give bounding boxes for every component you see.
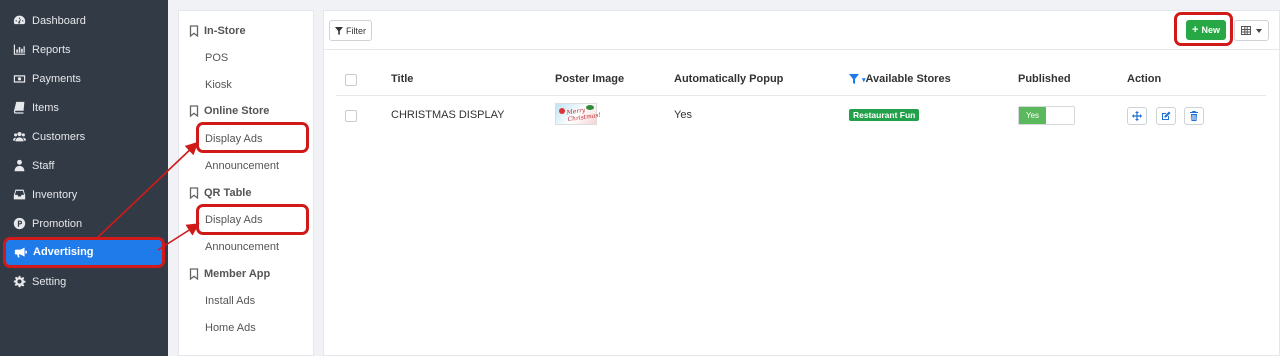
promotion-icon — [12, 217, 26, 231]
submenu-item-kiosk[interactable]: Kiosk — [205, 79, 232, 91]
submenu-group-in-store: In-Store — [189, 25, 246, 37]
advertising-submenu: In-Store POS Kiosk Online Store Display … — [178, 10, 314, 356]
sidebar-item-label: Staff — [32, 159, 55, 172]
gear-icon — [12, 275, 26, 289]
select-all-checkbox[interactable] — [345, 74, 357, 86]
column-header-auto-popup[interactable]: Automatically Popup — [674, 73, 783, 85]
delete-button[interactable] — [1184, 107, 1204, 125]
move-arrows-icon — [1132, 111, 1142, 121]
column-header-title[interactable]: Title — [391, 73, 413, 85]
submenu-item-install-ads[interactable]: Install Ads — [205, 295, 255, 307]
bookmark-icon — [189, 25, 199, 37]
table-header-divider — [336, 95, 1266, 96]
column-filter-icon[interactable] — [849, 74, 859, 87]
sidebar-item-label: Inventory — [32, 188, 78, 201]
toolbar-divider — [324, 49, 1280, 50]
sidebar-item-label: Promotion — [32, 217, 83, 230]
sidebar-item-payments[interactable]: Payments — [0, 64, 168, 93]
column-header-action: Action — [1127, 73, 1162, 85]
ads-list-panel: Filter + New Title Poster Image Automati… — [323, 10, 1280, 356]
bookmark-icon — [189, 268, 199, 280]
submenu-group-qr-table: QR Table — [189, 187, 251, 199]
column-header-poster: Poster Image — [555, 73, 625, 85]
poster-text: Merry Christmas! — [566, 106, 602, 124]
column-header-stores[interactable]: ▾Available Stores — [862, 73, 951, 85]
submenu-group-member-app: Member App — [189, 268, 270, 280]
bookmark-icon — [189, 187, 199, 199]
sidebar-item-customers[interactable]: Customers — [0, 122, 168, 151]
submenu-group-online-store: Online Store — [189, 105, 269, 117]
sidebar-item-setting[interactable]: Setting — [0, 267, 168, 296]
published-toggle[interactable]: Yes — [1018, 106, 1075, 125]
sidebar-item-label: Items — [32, 101, 59, 114]
sidebar-item-label: Payments — [32, 72, 81, 85]
published-toggle-on: Yes — [1019, 107, 1046, 124]
bookmark-icon — [189, 105, 199, 117]
filter-button[interactable]: Filter — [329, 20, 372, 41]
submenu-item-pos[interactable]: POS — [205, 52, 228, 64]
new-button[interactable]: + New — [1186, 20, 1226, 40]
sidebar-item-label: Setting — [32, 275, 67, 288]
column-header-published[interactable]: Published — [1018, 73, 1071, 85]
submenu-item-home-ads[interactable]: Home Ads — [205, 322, 256, 334]
sidebar-item-reports[interactable]: Reports — [0, 35, 168, 64]
sidebar-item-advertising[interactable]: Advertising — [6, 238, 164, 266]
table-grid-icon — [1241, 26, 1251, 35]
row-auto-popup: Yes — [674, 109, 692, 121]
submenu-item-qr-display-ads[interactable]: Display Ads — [205, 214, 262, 226]
sidebar-item-label: Dashboard — [32, 14, 86, 27]
row-checkbox[interactable] — [345, 110, 357, 122]
edit-icon — [1162, 111, 1171, 120]
new-button-label: New — [1201, 25, 1220, 35]
move-button[interactable] — [1127, 107, 1147, 125]
submenu-item-online-display-ads[interactable]: Display Ads — [205, 133, 262, 145]
sidebar-item-label: Customers — [32, 130, 86, 143]
ornament-graphic — [559, 108, 565, 114]
row-title: CHRISTMAS DISPLAY — [391, 109, 505, 121]
money-icon — [12, 72, 26, 86]
column-view-dropdown[interactable] — [1234, 20, 1269, 41]
inbox-icon — [12, 188, 26, 202]
chevron-down-icon — [1256, 28, 1262, 33]
sidebar-item-staff[interactable]: Staff — [0, 151, 168, 180]
submenu-item-online-announcement[interactable]: Announcement — [205, 160, 279, 172]
store-badge: Restaurant Fun — [849, 109, 920, 121]
sidebar-item-items[interactable]: Items — [0, 93, 168, 122]
main-sidebar: Dashboard Reports Payments Items Custome… — [0, 0, 168, 356]
dashboard-icon — [12, 14, 26, 28]
sidebar-item-label: Advertising — [33, 246, 94, 258]
book-icon — [12, 101, 26, 115]
bar-chart-icon — [12, 43, 26, 57]
edit-button[interactable] — [1156, 107, 1176, 125]
plus-icon: + — [1192, 24, 1199, 36]
sidebar-item-label: Reports — [32, 43, 71, 56]
staff-icon — [12, 159, 26, 173]
filter-button-label: Filter — [346, 25, 366, 36]
poster-thumbnail[interactable]: Merry Christmas! — [555, 103, 601, 125]
bullhorn-icon — [13, 245, 27, 259]
trash-icon — [1190, 111, 1198, 121]
funnel-icon — [335, 26, 343, 35]
sidebar-item-dashboard[interactable]: Dashboard — [0, 6, 168, 35]
sidebar-item-inventory[interactable]: Inventory — [0, 180, 168, 209]
sidebar-item-promotion[interactable]: Promotion — [0, 209, 168, 238]
users-icon — [12, 130, 26, 144]
submenu-item-qr-announcement[interactable]: Announcement — [205, 241, 279, 253]
